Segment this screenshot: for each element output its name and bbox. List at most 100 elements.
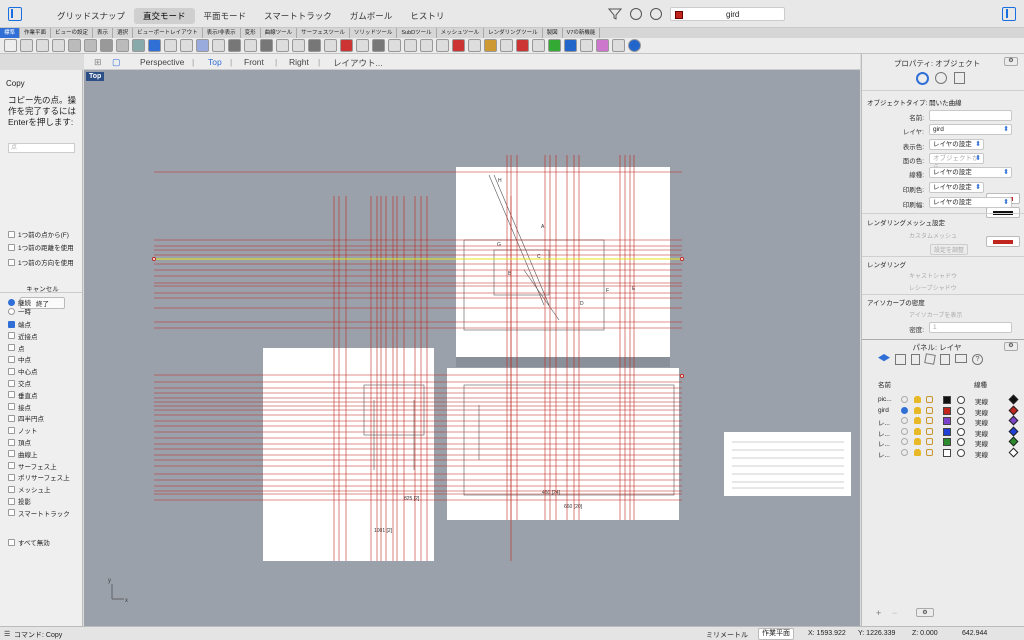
print-color-icon[interactable] [957, 406, 965, 415]
current-layer-radio-icon[interactable] [901, 427, 908, 435]
cube-icon[interactable] [924, 353, 936, 365]
layer-row[interactable]: レ... 実線 [862, 436, 1024, 448]
rotate-view-icon[interactable] [148, 39, 161, 52]
osnap-item[interactable]: 接点 [8, 402, 31, 412]
material-icon[interactable] [596, 39, 609, 52]
sidebar-toggle-icon[interactable] [8, 7, 22, 21]
tab-front[interactable]: Front [244, 57, 264, 67]
osnap-item[interactable]: 頂点 [8, 437, 31, 447]
remove-layer-button[interactable]: − [892, 608, 897, 618]
ortho-toggle[interactable]: 直交モード [134, 8, 195, 24]
array-icon[interactable] [500, 39, 513, 52]
layers-gear-icon[interactable]: ⚙ [1004, 342, 1018, 351]
osnap-icon[interactable] [630, 8, 642, 20]
bulb-icon[interactable] [914, 406, 921, 414]
print-icon[interactable] [52, 39, 65, 52]
save-icon[interactable] [36, 39, 49, 52]
print-color-icon[interactable] [957, 438, 965, 446]
material-icon[interactable] [1008, 426, 1019, 436]
layer-name[interactable]: pic... [878, 396, 892, 403]
toolbar-tab[interactable]: 表示/非表示 [203, 28, 241, 38]
layer-row[interactable]: gird 実線 [862, 405, 1024, 417]
arc-icon[interactable] [324, 39, 337, 52]
polygon-icon[interactable] [356, 39, 369, 52]
layer-color-swatch[interactable] [943, 417, 951, 425]
toolbar-tab[interactable]: ソリッドツール [350, 28, 398, 38]
render-icon[interactable] [612, 39, 625, 52]
adjust-settings-button[interactable]: 設定を調整 [930, 244, 969, 255]
toolbar-tab[interactable]: 製図 [543, 28, 563, 38]
osnap-item[interactable]: サーフェス上 [8, 461, 57, 471]
checkbox-icon[interactable] [8, 450, 15, 458]
checkbox-icon[interactable] [8, 414, 15, 422]
lock-icon[interactable] [926, 417, 933, 424]
single-view-icon[interactable]: ▢ [112, 57, 121, 68]
bulb-icon[interactable] [914, 438, 921, 445]
select-all-icon[interactable] [228, 39, 241, 52]
checkbox-icon[interactable] [8, 509, 15, 517]
checkbox-icon[interactable] [8, 473, 15, 481]
osnap-item[interactable]: 交点 [8, 378, 31, 388]
layer-linetype[interactable]: 実線 [975, 438, 988, 448]
custom-mesh-checkbox[interactable]: カスタムメッシュ [909, 231, 957, 240]
rectangle-icon[interactable] [340, 39, 353, 52]
current-layer-selector[interactable]: gird [670, 7, 785, 21]
layer-linetype[interactable]: 実線 [975, 407, 988, 417]
layer-name[interactable]: レ... [878, 428, 890, 438]
undo-icon[interactable] [116, 39, 129, 52]
col-linetype-header[interactable]: 線種 [974, 379, 987, 389]
layer-color-swatch[interactable] [943, 448, 951, 457]
open-icon[interactable] [20, 39, 33, 52]
osnap-item[interactable]: 点 [8, 343, 25, 353]
checkbox-icon[interactable] [8, 344, 15, 352]
toolbar-tab[interactable]: レンダリングツール [484, 28, 543, 38]
osnap-item[interactable]: 垂直点 [8, 390, 38, 400]
face-color-select[interactable]: オブジェクトから [929, 153, 984, 171]
linetype-select[interactable]: レイヤの設定 [929, 167, 1012, 178]
new-file-icon[interactable] [4, 39, 17, 52]
layer-color-swatch[interactable] [943, 396, 951, 404]
option-use-last-distance[interactable]: 1つ前の距離を使用 [8, 242, 74, 252]
zoom-extents-icon[interactable] [180, 39, 193, 52]
document-icon[interactable] [911, 354, 920, 365]
zoom-selected-icon[interactable] [196, 39, 209, 52]
casts-shadows-checkbox[interactable]: キャストシャドウ [909, 271, 957, 280]
tab-layout[interactable]: レイアウト... [333, 57, 383, 69]
osnap-item[interactable]: スマートトラック [8, 508, 70, 518]
material-icon[interactable] [1008, 415, 1019, 426]
select-none-icon[interactable] [244, 39, 257, 52]
radio-icon[interactable] [8, 298, 15, 306]
command-history-icon[interactable]: ☰ [4, 630, 10, 638]
toolbar-tab[interactable]: V7の新機能 [563, 28, 601, 38]
top-viewport[interactable]: HGA CBD FE 460 [24] 660 [20] 825 [2] 1001 … [84, 70, 860, 626]
checkbox-icon[interactable] [8, 379, 15, 387]
material-icon[interactable] [1008, 394, 1019, 405]
print-color-icon[interactable] [957, 417, 965, 425]
new-layer-icon[interactable] [895, 354, 906, 365]
checkbox-icon[interactable] [8, 485, 15, 493]
density-input[interactable]: 1 [929, 322, 1012, 333]
scale-icon[interactable] [468, 39, 481, 52]
name-input[interactable] [929, 110, 1012, 121]
current-layer-radio-icon[interactable] [901, 448, 908, 456]
osnap-item[interactable]: 曲線上 [8, 449, 38, 459]
layer-options-icon[interactable]: ⚙ [916, 608, 934, 617]
units-label[interactable]: ミリメートル [706, 630, 748, 640]
toolbar-tab[interactable]: SubDツール [397, 28, 437, 38]
lock-icon[interactable] [926, 448, 933, 456]
toolbar-tab[interactable]: サーフェスツール [297, 28, 350, 38]
drawing-canvas[interactable]: HGA CBD FE 460 [24]660 [20] 825 [2]1001 … [84, 70, 860, 626]
osnap-once-radio[interactable]: 一時 [8, 306, 31, 316]
layer-color-swatch[interactable] [943, 427, 951, 436]
bulb-icon[interactable] [914, 417, 921, 424]
print-width-select[interactable]: レイヤの設定 [929, 197, 1012, 208]
move-icon[interactable] [420, 39, 433, 52]
toolbar-tab[interactable]: メッシュツール [437, 28, 485, 38]
osnap-item[interactable]: 端点 [8, 319, 31, 329]
zoom-icon[interactable] [212, 39, 225, 52]
trim-icon[interactable] [516, 39, 529, 52]
grid-snap-toggle[interactable]: グリッドスナップ [48, 8, 134, 24]
toolbar-tab[interactable]: 標準 [0, 28, 21, 38]
rotate-icon[interactable] [452, 39, 465, 52]
lock-icon[interactable] [926, 438, 933, 445]
